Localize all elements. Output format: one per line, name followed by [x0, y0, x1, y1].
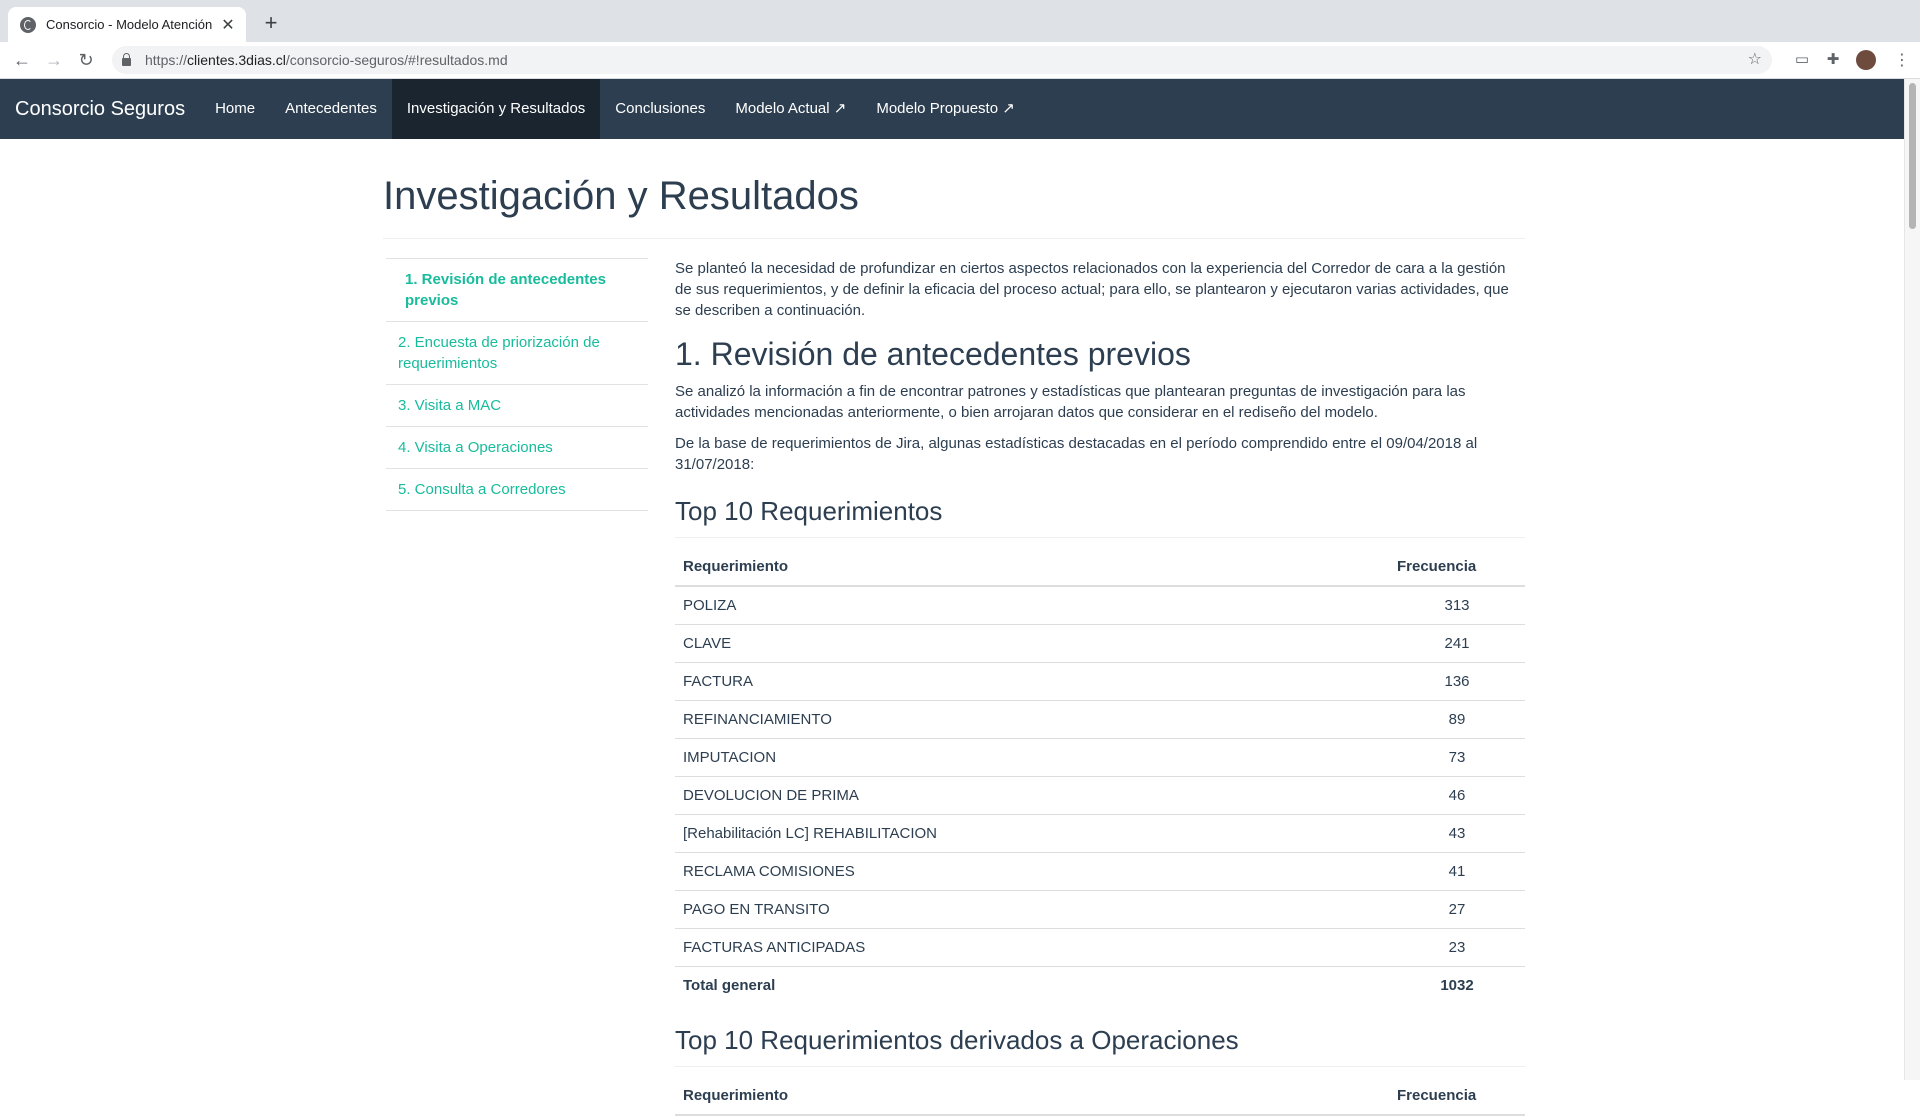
table-row: IMPUTACION 73: [675, 738, 1525, 777]
nav-modelo-propuesto[interactable]: Modelo Propuesto ↗: [861, 79, 1029, 139]
section1-paragraph-2: De la base de requerimientos de Jira, al…: [675, 435, 1478, 473]
extensions-puzzle-icon[interactable]: ✚: [1824, 51, 1842, 69]
table-row: PAGO EN TRANSITO 27: [675, 890, 1525, 929]
column-header-requerimiento: Requerimiento: [675, 1077, 1389, 1116]
nav-antecedentes[interactable]: Antecedentes: [270, 79, 392, 139]
reload-icon[interactable]: ↻: [74, 48, 98, 72]
toc-item-revision[interactable]: 1. Revisión de antecedentes previos: [386, 259, 648, 322]
table-row: FACTURAS ANTICIPADAS 23: [675, 928, 1525, 967]
site-navbar: Consorcio Seguros Home Antecedentes Inve…: [0, 79, 1904, 139]
total-label: Total general: [675, 966, 1389, 1004]
nav-home[interactable]: Home: [200, 79, 270, 139]
cell-requerimiento: IMPUTACION: [675, 738, 1389, 777]
profile-avatar[interactable]: [1856, 50, 1876, 70]
browser-toolbar: ← → ↻ https://clientes.3dias.cl/consorci…: [0, 42, 1920, 79]
cell-frecuencia: 43: [1389, 814, 1525, 853]
cell-requerimiento: FACTURAS ANTICIPADAS: [675, 928, 1389, 967]
cell-frecuencia: 241: [1389, 624, 1525, 663]
top10-operaciones-table: Requerimiento Frecuencia: [675, 1077, 1525, 1116]
bookmark-star-icon[interactable]: ☆: [1748, 49, 1762, 69]
cell-requerimiento: DEVOLUCION DE PRIMA: [675, 776, 1389, 815]
globe-icon: [20, 16, 36, 33]
table-row: DEVOLUCION DE PRIMA 46: [675, 776, 1525, 815]
intro-paragraph: Se planteó la necesidad de profundizar e…: [675, 260, 1509, 319]
browser-menu-icon[interactable]: ⋮: [1894, 50, 1910, 70]
browser-tab[interactable]: Consorcio - Modelo Atención C ✕: [8, 7, 246, 42]
cell-requerimiento: CLAVE: [675, 624, 1389, 663]
new-tab-icon[interactable]: +: [258, 10, 284, 36]
cell-frecuencia: 41: [1389, 852, 1525, 891]
brand-link[interactable]: Consorcio Seguros: [0, 79, 200, 139]
page-scrollbar[interactable]: [1904, 79, 1920, 1080]
cell-frecuencia: 136: [1389, 662, 1525, 701]
cell-requerimiento: PAGO EN TRANSITO: [675, 890, 1389, 929]
tab-title: Consorcio - Modelo Atención C: [46, 17, 214, 32]
toc-item-consulta-corredores[interactable]: 5. Consulta a Corredores: [386, 469, 648, 511]
total-value: 1032: [1389, 966, 1525, 1004]
toc-sidebar: 1. Revisión de antecedentes previos 2. E…: [386, 258, 648, 511]
cell-frecuencia: 89: [1389, 700, 1525, 739]
main-content: Se planteó la necesidad de profundizar e…: [675, 258, 1525, 1116]
table-row: CLAVE 241: [675, 624, 1525, 663]
cell-requerimiento: [Rehabilitación LC] REHABILITACION: [675, 814, 1389, 853]
cell-frecuencia: 313: [1389, 585, 1525, 625]
nav-investigacion-resultados[interactable]: Investigación y Resultados: [391, 79, 601, 139]
cell-frecuencia: 23: [1389, 928, 1525, 967]
cell-requerimiento: POLIZA: [675, 585, 1389, 625]
nav-conclusiones[interactable]: Conclusiones: [600, 79, 720, 139]
table2-heading: Top 10 Requerimientos derivados a Operac…: [675, 1024, 1525, 1067]
cell-frecuencia: 27: [1389, 890, 1525, 929]
table-row: POLIZA 313: [675, 585, 1525, 625]
top10-requirements-table: Requerimiento Frecuencia POLIZA 313 CLAVE…: [675, 548, 1525, 1004]
scrollbar-thumb[interactable]: [1909, 83, 1916, 229]
close-tab-icon[interactable]: ✕: [220, 15, 236, 35]
section1-paragraph-1: Se analizó la información a fin de encon…: [675, 383, 1466, 421]
nav-modelo-actual[interactable]: Modelo Actual ↗: [720, 79, 861, 139]
toc-item-visita-mac[interactable]: 3. Visita a MAC: [386, 385, 648, 427]
back-icon[interactable]: ←: [10, 48, 34, 72]
url-text: https://clientes.3dias.cl/consorcio-segu…: [145, 52, 508, 68]
cell-requerimiento: RECLAMA COMISIONES: [675, 852, 1389, 891]
table-row: [Rehabilitación LC] REHABILITACION 43: [675, 814, 1525, 853]
column-header-frecuencia: Frecuencia: [1389, 548, 1525, 587]
page-title: Investigación y Resultados: [383, 168, 1525, 239]
table-row: RECLAMA COMISIONES 41: [675, 852, 1525, 891]
section1-heading: 1. Revisión de antecedentes previos: [675, 336, 1191, 372]
table-row: FACTURA 136: [675, 662, 1525, 701]
forward-icon[interactable]: →: [42, 48, 66, 72]
table-total-row: Total general 1032: [675, 966, 1525, 1004]
lock-icon: [122, 53, 131, 66]
cell-frecuencia: 46: [1389, 776, 1525, 815]
toc-item-visita-operaciones[interactable]: 4. Visita a Operaciones: [386, 427, 648, 469]
browser-tab-bar: Consorcio - Modelo Atención C ✕ +: [0, 0, 1920, 42]
cell-requerimiento: FACTURA: [675, 662, 1389, 701]
column-header-requerimiento: Requerimiento: [675, 548, 1389, 587]
cell-requerimiento: REFINANCIAMIENTO: [675, 700, 1389, 739]
table-row: REFINANCIAMIENTO 89: [675, 700, 1525, 739]
address-bar[interactable]: https://clientes.3dias.cl/consorcio-segu…: [112, 46, 1772, 74]
toc-item-encuesta[interactable]: 2. Encuesta de priorización de requerimi…: [386, 322, 648, 385]
cell-frecuencia: 73: [1389, 738, 1525, 777]
cast-icon[interactable]: ▭: [1793, 51, 1811, 69]
table-header-row: Requerimiento Frecuencia: [675, 1077, 1525, 1116]
column-header-frecuencia: Frecuencia: [1389, 1077, 1525, 1116]
table-header-row: Requerimiento Frecuencia: [675, 548, 1525, 587]
table1-heading: Top 10 Requerimientos: [675, 495, 1525, 538]
